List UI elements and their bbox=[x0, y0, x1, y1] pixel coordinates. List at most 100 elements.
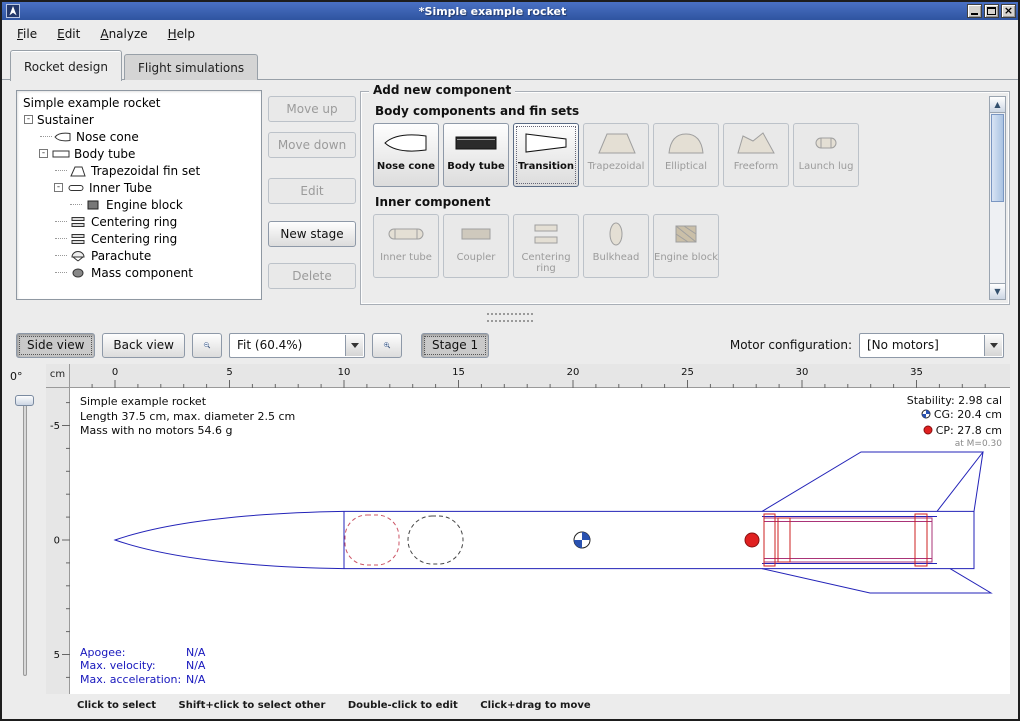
window-icon[interactable] bbox=[6, 4, 20, 18]
tree-item-centering-ring[interactable]: Centering ring bbox=[19, 213, 259, 230]
chevron-down-icon[interactable] bbox=[984, 335, 1002, 356]
centering-ring-icon bbox=[69, 233, 87, 245]
window-title: *Simple example rocket bbox=[20, 3, 965, 20]
delete-button[interactable]: Delete bbox=[268, 263, 356, 289]
scroll-up-button[interactable]: ▲ bbox=[990, 97, 1005, 113]
max-acceleration-value: N/A bbox=[186, 673, 205, 686]
stability-block: Stability: 2.98 cal CG: 20.4 cm CP: 27.8… bbox=[907, 394, 1002, 451]
stage-1-toggle[interactable]: Stage 1 bbox=[421, 333, 489, 358]
magnifier-plus-icon bbox=[383, 337, 391, 353]
new-stage-button[interactable]: New stage bbox=[268, 221, 356, 247]
back-view-button[interactable]: Back view bbox=[102, 333, 185, 358]
tab-flight-simulations[interactable]: Flight simulations bbox=[124, 54, 258, 80]
minimize-button[interactable] bbox=[967, 4, 982, 18]
tree-item-mass-component[interactable]: Mass component bbox=[19, 264, 259, 281]
tree-item-label: Inner Tube bbox=[89, 181, 152, 195]
maximize-button[interactable] bbox=[984, 4, 999, 18]
splitter-grip[interactable] bbox=[487, 320, 533, 322]
move-up-button[interactable]: Move up bbox=[268, 96, 356, 122]
titlebar[interactable]: *Simple example rocket × bbox=[2, 2, 1018, 20]
component-tree[interactable]: Simple example rocket-Sustainer Nose cone… bbox=[16, 90, 262, 300]
rotation-slider-handle[interactable] bbox=[15, 395, 34, 406]
rocket-drawing-area[interactable]: Simple example rocket Length 37.5 cm, ma… bbox=[70, 388, 1010, 694]
tree-item-label: Body tube bbox=[74, 147, 135, 161]
max-velocity-value: N/A bbox=[186, 659, 205, 672]
svg-text:0: 0 bbox=[54, 536, 60, 547]
rotation-angle-label: 0° bbox=[10, 370, 23, 383]
nose-cone-icon bbox=[54, 131, 72, 143]
add-trapezoidal-button[interactable]: Trapezoidal bbox=[583, 123, 649, 187]
tree-expander-icon[interactable]: - bbox=[54, 183, 63, 192]
status-bar: Click to select Shift+click to select ot… bbox=[2, 694, 1018, 721]
add-centering-ring-button[interactable]: Centering ring bbox=[513, 214, 579, 278]
close-button[interactable]: × bbox=[1001, 4, 1016, 18]
side-view-button[interactable]: Side view bbox=[16, 333, 95, 358]
tree-item-sustainer[interactable]: -Sustainer bbox=[19, 111, 259, 128]
add-elliptical-button[interactable]: Elliptical bbox=[653, 123, 719, 187]
tree-expander-icon[interactable]: - bbox=[39, 149, 48, 158]
svg-text:30: 30 bbox=[796, 367, 809, 378]
tree-item-label: Nose cone bbox=[76, 130, 139, 144]
tree-connector bbox=[70, 204, 82, 205]
scroll-down-button[interactable]: ▼ bbox=[990, 283, 1005, 299]
component-scrollbar[interactable]: ▲ ▼ bbox=[989, 96, 1006, 300]
tree-item-simple-example-rocket[interactable]: Simple example rocket bbox=[19, 94, 259, 111]
cp-icon bbox=[923, 425, 933, 439]
motor-config-select[interactable]: [No motors] bbox=[859, 333, 1004, 358]
close-icon: × bbox=[1002, 5, 1015, 17]
menu-analyze[interactable]: Analyze bbox=[91, 23, 156, 45]
add-transition-button[interactable]: Transition bbox=[513, 123, 579, 187]
menubar: FileEditAnalyzeHelp bbox=[2, 20, 1018, 47]
engine-block-icon bbox=[84, 199, 102, 211]
add-coupler-button[interactable]: Coupler bbox=[443, 214, 509, 278]
rotation-slider[interactable] bbox=[23, 400, 27, 676]
fin-upper[interactable] bbox=[762, 452, 983, 511]
tree-item-inner-tube[interactable]: - Inner Tube bbox=[19, 179, 259, 196]
tree-item-parachute[interactable]: Parachute bbox=[19, 247, 259, 264]
splitter-grip[interactable] bbox=[487, 313, 533, 315]
component-button-label: Inner tube bbox=[380, 252, 432, 263]
hint-double-click: Double-click to edit bbox=[348, 700, 458, 711]
tree-action-buttons: Move up Move down Edit New stage Delete bbox=[268, 96, 356, 289]
tree-item-label: Trapezoidal fin set bbox=[91, 164, 200, 178]
add-engine-block-button[interactable]: Engine block bbox=[653, 214, 719, 278]
horizontal-ruler: 05101520253035 bbox=[70, 364, 1010, 388]
hint-click-drag: Click+drag to move bbox=[480, 700, 590, 711]
add-freeform-button[interactable]: Freeform bbox=[723, 123, 789, 187]
rocket-body-outline[interactable] bbox=[115, 511, 974, 568]
svg-text:0: 0 bbox=[112, 367, 118, 378]
max-acceleration-label: Max. acceleration: bbox=[80, 673, 186, 686]
zoom-in-button[interactable] bbox=[372, 333, 402, 358]
fin-lower[interactable] bbox=[762, 569, 991, 593]
tree-item-trapezoidal-fin-set[interactable]: Trapezoidal fin set bbox=[19, 162, 259, 179]
chevron-down-icon[interactable] bbox=[345, 335, 363, 356]
add-launch-lug-button[interactable]: Launch lug bbox=[793, 123, 859, 187]
cp-marker bbox=[745, 533, 759, 547]
add-nose-cone-button[interactable]: Nose cone bbox=[373, 123, 439, 187]
tree-expander-icon[interactable]: - bbox=[24, 115, 33, 124]
scrollbar-thumb[interactable] bbox=[991, 114, 1004, 202]
menu-file[interactable]: File bbox=[8, 23, 46, 45]
rocket-info-block: Simple example rocket Length 37.5 cm, ma… bbox=[80, 395, 295, 439]
tab-rocket-design[interactable]: Rocket design bbox=[10, 50, 122, 81]
add-bulkhead-button[interactable]: Bulkhead bbox=[583, 214, 649, 278]
move-down-button[interactable]: Move down bbox=[268, 132, 356, 158]
edit-button[interactable]: Edit bbox=[268, 178, 356, 204]
svg-text:35: 35 bbox=[910, 367, 923, 378]
tree-item-nose-cone[interactable]: Nose cone bbox=[19, 128, 259, 145]
add-body-tube-button[interactable]: Body tube bbox=[443, 123, 509, 187]
pane-splitter[interactable] bbox=[2, 307, 1018, 328]
component-button-label: Centering ring bbox=[514, 252, 578, 274]
menu-edit[interactable]: Edit bbox=[48, 23, 89, 45]
tree-item-label: Engine block bbox=[106, 198, 183, 212]
tree-item-engine-block[interactable]: Engine block bbox=[19, 196, 259, 213]
add-inner-tube-button[interactable]: Inner tube bbox=[373, 214, 439, 278]
zoom-select[interactable]: Fit (60.4%) bbox=[229, 333, 365, 358]
menu-help[interactable]: Help bbox=[159, 23, 204, 45]
tree-connector bbox=[55, 272, 67, 273]
tree-item-centering-ring[interactable]: Centering ring bbox=[19, 230, 259, 247]
zoom-out-button[interactable] bbox=[192, 333, 222, 358]
tree-connector bbox=[55, 221, 67, 222]
tree-item-label: Parachute bbox=[91, 249, 151, 263]
tree-item-body-tube[interactable]: - Body tube bbox=[19, 145, 259, 162]
